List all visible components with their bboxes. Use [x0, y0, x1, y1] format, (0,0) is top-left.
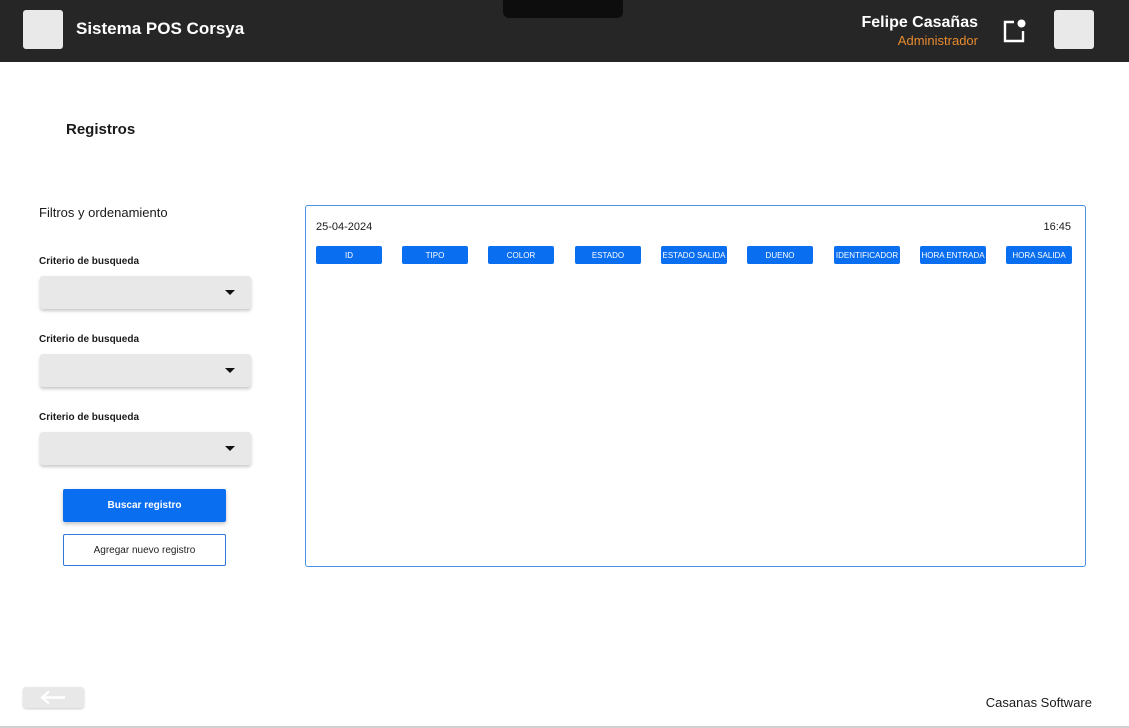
column-header-color[interactable]: COLOR	[488, 246, 554, 264]
column-header-estado-salida[interactable]: ESTADO SALIDA	[661, 246, 727, 264]
menu-button[interactable]	[23, 10, 63, 49]
camera-notch	[503, 0, 623, 18]
arrow-left-icon	[40, 690, 65, 705]
column-header-id[interactable]: ID	[316, 246, 382, 264]
column-header-dueno[interactable]: DUENO	[747, 246, 813, 264]
column-header-tipo[interactable]: TIPO	[402, 246, 468, 264]
page-title: Registros	[66, 121, 136, 138]
criteria-select-2[interactable]	[40, 354, 251, 387]
column-header-estado[interactable]: ESTADO	[575, 246, 641, 264]
criteria-label-2: Criterio de busqueda	[39, 334, 140, 345]
filters-title: Filtros y ordenamiento	[39, 205, 168, 220]
column-header-hora-salida[interactable]: HORA SALIDA	[1006, 246, 1072, 264]
column-header-identificador[interactable]: IDENTIFICADOR	[834, 246, 900, 264]
records-panel: 25-04-2024 16:45 ID TIPO COLOR ESTADO ES…	[305, 205, 1086, 567]
profile-button[interactable]	[1054, 10, 1094, 49]
criteria-select-3[interactable]	[40, 432, 251, 465]
chevron-down-icon	[225, 290, 235, 295]
column-header-hora-entrada[interactable]: HORA ENTRADA	[920, 246, 986, 264]
chevron-down-icon	[225, 446, 235, 451]
search-record-button[interactable]: Buscar registro	[63, 489, 226, 522]
criteria-label-1: Criterio de busqueda	[39, 256, 140, 267]
notification-icon[interactable]	[1000, 17, 1028, 45]
footer-text: Casanas Software	[985, 695, 1092, 710]
records-date: 25-04-2024	[316, 221, 373, 233]
criteria-label-3: Criterio de busqueda	[39, 412, 140, 423]
back-button[interactable]	[23, 687, 84, 708]
records-time: 16:45	[1043, 221, 1071, 233]
top-bar: Sistema POS Corsya Felipe Casañas Admini…	[0, 0, 1129, 62]
user-role: Administrador	[897, 33, 978, 48]
user-name: Felipe Casañas	[861, 14, 979, 31]
criteria-select-1[interactable]	[40, 276, 251, 309]
app-title: Sistema POS Corsya	[76, 19, 245, 38]
chevron-down-icon	[225, 368, 235, 373]
add-record-button[interactable]: Agregar nuevo registro	[63, 534, 226, 566]
